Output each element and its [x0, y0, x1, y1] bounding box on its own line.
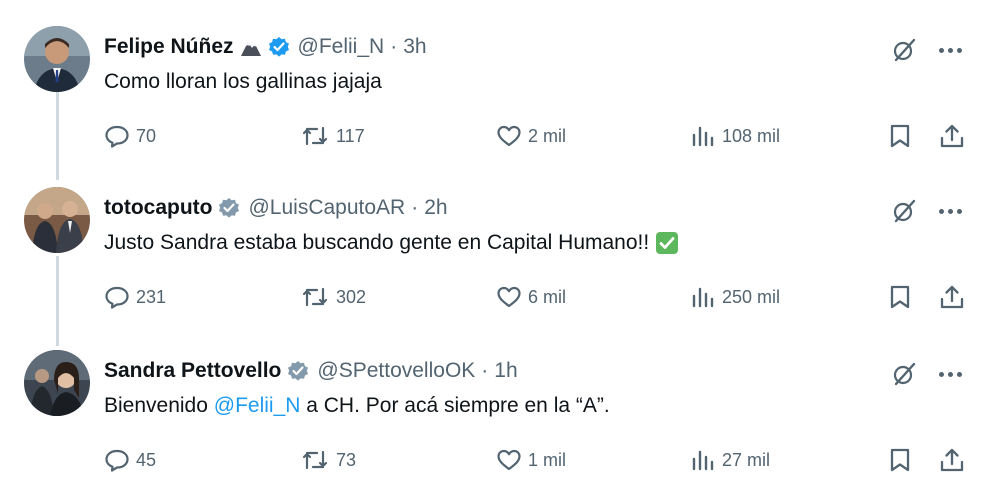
like-button[interactable]: 1 mil — [496, 445, 566, 475]
bookmark-button[interactable] — [888, 282, 912, 312]
timestamp[interactable]: 3h — [403, 35, 426, 59]
like-icon — [496, 448, 522, 472]
like-icon — [496, 285, 522, 309]
checkmark-emoji — [655, 231, 679, 255]
share-button[interactable] — [939, 445, 965, 475]
like-count: 2 mil — [528, 125, 567, 146]
retweet-count: 302 — [336, 286, 367, 307]
author-name[interactable]: Felipe Núñez — [104, 35, 234, 59]
emoji-icon — [240, 37, 262, 57]
tweet-text-part: a CH. Por acá siempre en la “A”. — [300, 394, 610, 417]
tweet-header: Sandra Pettovello @SPettovelloOK · 1h — [104, 356, 518, 386]
tweet-text-part: Como lloran los gallinas jajaja — [104, 70, 382, 93]
separator: · — [390, 35, 398, 58]
avatar[interactable] — [24, 187, 90, 253]
author-handle[interactable]: @Felii_N — [298, 35, 385, 59]
retweet-button[interactable]: 73 — [300, 445, 356, 475]
reply-icon — [104, 124, 130, 148]
share-button[interactable] — [939, 121, 965, 151]
views-count: 250 mil — [722, 286, 781, 307]
verified-icon — [268, 36, 290, 58]
reply-button[interactable]: 70 — [104, 121, 156, 151]
reply-icon — [104, 285, 130, 309]
like-button[interactable]: 2 mil — [496, 121, 566, 151]
separator: · — [411, 196, 419, 219]
views-icon — [690, 285, 716, 309]
author-name[interactable]: Sandra Pettovello — [104, 359, 281, 383]
tweet-actions: 45 73 1 mil 27 mil — [0, 445, 993, 475]
share-icon — [939, 284, 965, 310]
author-handle[interactable]: @SPettovelloOK — [317, 359, 475, 383]
tweet-text: Como lloran los gallinas jajaja — [104, 70, 382, 94]
views-count: 27 mil — [722, 449, 771, 470]
avatar[interactable] — [24, 26, 90, 92]
mention-link[interactable]: @Felii_N — [214, 394, 301, 418]
verified-icon — [287, 360, 309, 382]
tweet-header: Felipe Núñez @Felii_N · 3h — [104, 32, 427, 62]
like-button[interactable]: 6 mil — [496, 282, 566, 312]
more-icon[interactable] — [935, 360, 965, 388]
retweet-count: 117 — [336, 125, 365, 146]
tweet-text-part: Bienvenido — [104, 394, 214, 417]
tweet-text: Bienvenido @Felii_N a CH. Por acá siempr… — [104, 394, 610, 418]
more-icon[interactable] — [935, 36, 965, 64]
bookmark-icon — [888, 123, 912, 149]
reply-icon — [104, 448, 130, 472]
reply-count: 45 — [136, 449, 157, 470]
bookmark-button[interactable] — [888, 445, 912, 475]
views-icon — [690, 124, 716, 148]
views-button[interactable]: 250 mil — [690, 282, 780, 312]
tweet-actions: 70 117 2 mil 108 mil — [0, 121, 993, 151]
reply-button[interactable]: 45 — [104, 445, 156, 475]
retweet-icon — [300, 285, 330, 309]
more-icon[interactable] — [935, 197, 965, 225]
retweet-icon — [300, 124, 330, 148]
author-handle[interactable]: @LuisCaputoAR — [248, 196, 405, 220]
bookmark-button[interactable] — [888, 121, 912, 151]
timestamp[interactable]: 1h — [494, 359, 517, 383]
views-count: 108 mil — [722, 125, 781, 146]
views-icon — [690, 448, 716, 472]
views-button[interactable]: 27 mil — [690, 445, 770, 475]
retweet-count: 73 — [336, 449, 357, 470]
avatar[interactable] — [24, 350, 90, 416]
timestamp[interactable]: 2h — [424, 196, 447, 220]
tweet-text-part: Justo Sandra estaba buscando gente en Ca… — [104, 231, 650, 254]
like-count: 6 mil — [528, 286, 567, 307]
verified-icon — [218, 197, 240, 219]
grok-icon[interactable] — [890, 36, 918, 64]
share-icon — [939, 123, 965, 149]
separator: · — [481, 359, 489, 382]
retweet-button[interactable]: 302 — [300, 282, 366, 312]
grok-icon[interactable] — [890, 360, 918, 388]
bookmark-icon — [888, 447, 912, 473]
tweet-text: Justo Sandra estaba buscando gente en Ca… — [104, 231, 679, 255]
share-icon — [939, 447, 965, 473]
bookmark-icon — [888, 284, 912, 310]
share-button[interactable] — [939, 282, 965, 312]
grok-icon[interactable] — [890, 197, 918, 225]
reply-count: 70 — [136, 125, 157, 146]
tweet-actions: 231 302 6 mil 250 mil — [0, 282, 993, 312]
like-icon — [496, 124, 522, 148]
tweet-header: totocaputo @LuisCaputoAR · 2h — [104, 193, 448, 223]
retweet-icon — [300, 448, 330, 472]
reply-button[interactable]: 231 — [104, 282, 166, 312]
retweet-button[interactable]: 117 — [300, 121, 365, 151]
author-name[interactable]: totocaputo — [104, 196, 212, 220]
tweet-thread: Felipe Núñez @Felii_N · 3h Como lloran l… — [0, 0, 993, 501]
reply-count: 231 — [136, 286, 167, 307]
like-count: 1 mil — [528, 449, 567, 470]
views-button[interactable]: 108 mil — [690, 121, 780, 151]
